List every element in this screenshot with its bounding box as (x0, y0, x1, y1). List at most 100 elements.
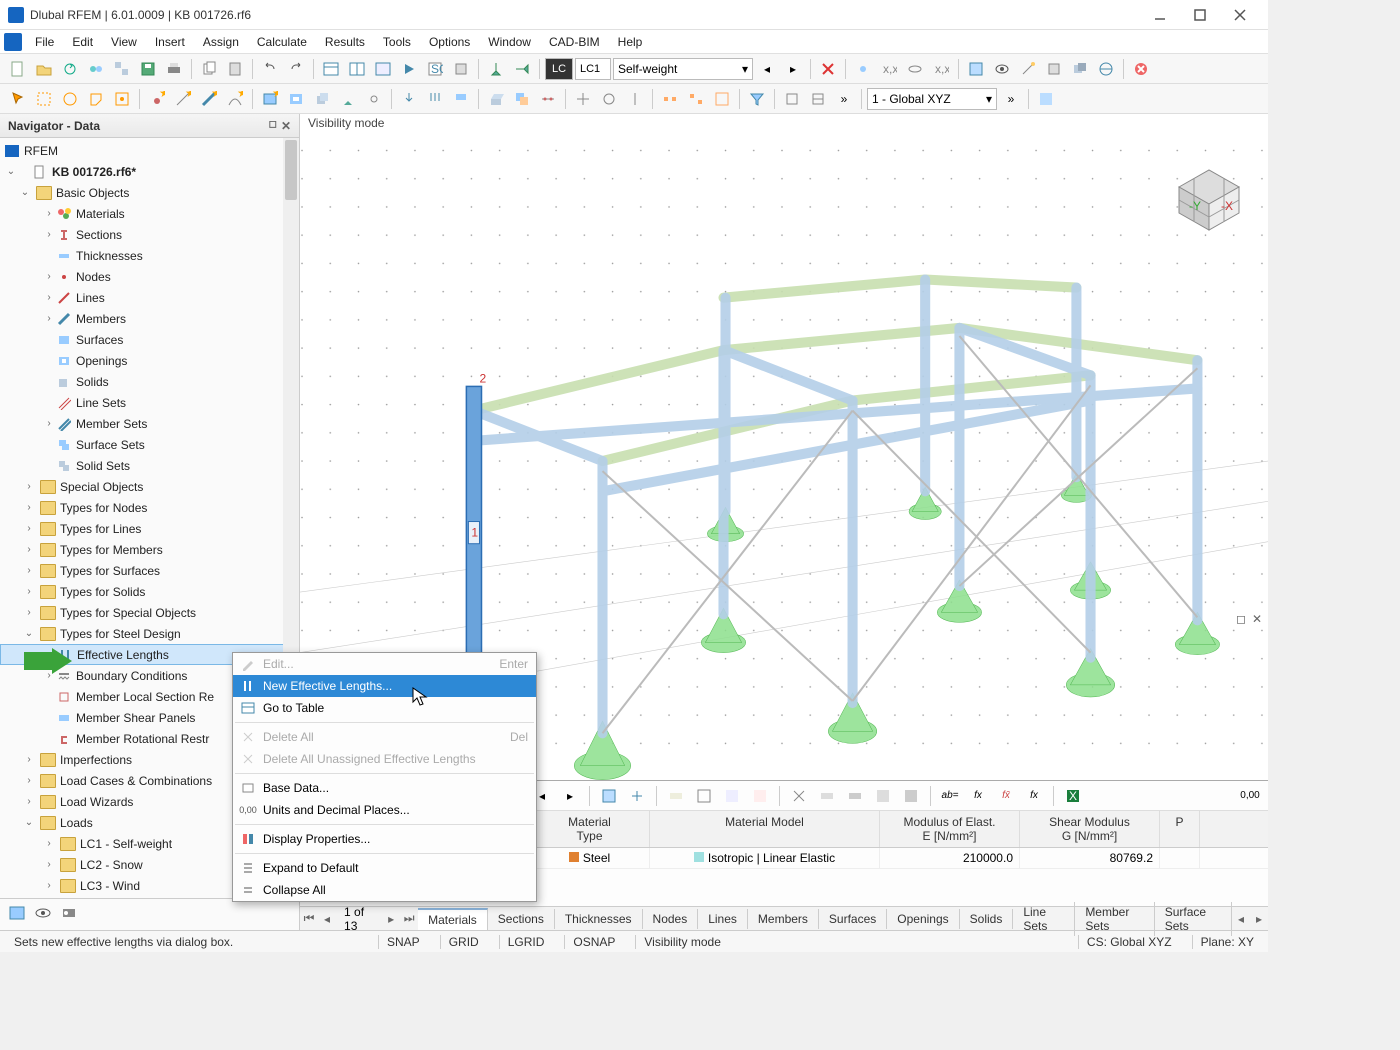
tree-root[interactable]: RFEM (0, 140, 299, 161)
tab-last-icon[interactable]: ⏭ (400, 911, 418, 926)
tree-lines[interactable]: ›Lines (0, 287, 299, 308)
show-numbering-icon[interactable]: x,x (877, 57, 901, 81)
menu-options[interactable]: Options (420, 32, 479, 52)
table-tool2-icon[interactable] (692, 784, 716, 808)
ctx-collapse[interactable]: Collapse All (233, 879, 536, 901)
tree-types-members[interactable]: ›Types for Members (0, 539, 299, 560)
select-window-icon[interactable] (32, 87, 56, 111)
more2-icon[interactable]: » (999, 87, 1023, 111)
new-member-icon[interactable]: ★ (197, 87, 221, 111)
tree-basic-objects[interactable]: ⌄Basic Objects (0, 182, 299, 203)
new-solid-icon[interactable] (310, 87, 334, 111)
print-icon[interactable] (162, 57, 186, 81)
col-material-model[interactable]: Material Model (650, 811, 880, 847)
new-support-icon[interactable] (336, 87, 360, 111)
set3-icon[interactable] (710, 87, 734, 111)
close-panel-icon[interactable]: ✕ (281, 119, 291, 133)
extrude-icon[interactable] (484, 87, 508, 111)
tab-linesets[interactable]: Line Sets (1013, 902, 1075, 936)
filter-icon[interactable] (745, 87, 769, 111)
prev-lc-icon[interactable]: ◂ (755, 57, 779, 81)
new-node-icon[interactable]: ★ (145, 87, 169, 111)
select-poly-icon[interactable] (84, 87, 108, 111)
new-surface-icon[interactable]: ★ (258, 87, 282, 111)
loadcase-name-combo[interactable]: Self-weight▾ (613, 58, 753, 80)
menu-help[interactable]: Help (609, 32, 652, 52)
tree-sections[interactable]: ›Sections (0, 224, 299, 245)
cleanup-icon[interactable] (1129, 57, 1153, 81)
table-fx2-icon[interactable]: fx̄ (994, 784, 1018, 808)
tab-members[interactable]: Members (748, 909, 819, 929)
table2-icon[interactable] (345, 57, 369, 81)
tree-types-steel[interactable]: ⌄Types for Steel Design (0, 623, 299, 644)
status-visibility[interactable]: Visibility mode (635, 935, 728, 949)
table-del3-icon[interactable] (843, 784, 867, 808)
new-arc-icon[interactable]: ★ (223, 87, 247, 111)
menu-tools[interactable]: Tools (374, 32, 420, 52)
tree-surfaces[interactable]: Surfaces (0, 329, 299, 350)
table-tool4-icon[interactable] (748, 784, 772, 808)
table-del4-icon[interactable] (871, 784, 895, 808)
tree-types-surfaces[interactable]: ›Types for Surfaces (0, 560, 299, 581)
dock-icon[interactable]: ◻ (269, 119, 277, 133)
status-snap[interactable]: SNAP (378, 935, 428, 949)
grid-edit-icon[interactable] (1034, 87, 1058, 111)
table-tool3-icon[interactable] (720, 784, 744, 808)
tree-thicknesses[interactable]: Thicknesses (0, 245, 299, 266)
ctx-new-effective-lengths[interactable]: New Effective Lengths... (233, 675, 536, 697)
more-icon[interactable]: » (832, 87, 856, 111)
menu-results[interactable]: Results (316, 32, 374, 52)
tree-linesets[interactable]: Line Sets (0, 392, 299, 413)
show-loads-icon[interactable] (903, 57, 927, 81)
minimize-button[interactable] (1140, 2, 1180, 28)
tab-scroll-left-icon[interactable]: ◂ (1232, 912, 1250, 926)
table-tool1-icon[interactable] (664, 784, 688, 808)
tab-lines[interactable]: Lines (698, 909, 748, 929)
support-icon[interactable] (484, 57, 508, 81)
nav-mode3-icon[interactable] (60, 904, 78, 925)
show-results-icon[interactable]: x,x (929, 57, 953, 81)
table-fx3-icon[interactable]: fx (1022, 784, 1046, 808)
status-lgrid[interactable]: LGRID (499, 935, 553, 949)
tree-types-lines[interactable]: ›Types for Lines (0, 518, 299, 539)
paste-icon[interactable] (223, 57, 247, 81)
tables-close-icon[interactable]: ✕ (1252, 612, 1262, 626)
close-button[interactable] (1220, 2, 1260, 28)
tab-prev-icon[interactable]: ◂ (318, 912, 336, 926)
table-del2-icon[interactable] (815, 784, 839, 808)
select-circle-icon[interactable] (58, 87, 82, 111)
tree-materials[interactable]: ›Materials (0, 203, 299, 224)
tab-openings[interactable]: Openings (887, 909, 959, 929)
save-icon[interactable] (136, 57, 160, 81)
ctx-go-to-table[interactable]: Go to Table (233, 697, 536, 719)
blocks-icon[interactable] (110, 57, 134, 81)
ctx-base-data[interactable]: Base Data... (233, 777, 536, 799)
ctx-expand[interactable]: Expand to Default (233, 857, 536, 879)
tables-restore-icon[interactable]: ◻ (1236, 612, 1246, 626)
select-related-icon[interactable] (110, 87, 134, 111)
tab-surfacesets[interactable]: Surface Sets (1155, 902, 1232, 936)
menu-view[interactable]: View (102, 32, 146, 52)
move-icon[interactable] (571, 87, 595, 111)
menu-assign[interactable]: Assign (194, 32, 248, 52)
redo-icon[interactable] (284, 57, 308, 81)
table-link2-icon[interactable] (625, 784, 649, 808)
tree-members[interactable]: ›Members (0, 308, 299, 329)
delete-result-icon[interactable] (816, 57, 840, 81)
tree-types-nodes[interactable]: ›Types for Nodes (0, 497, 299, 518)
stop-icon[interactable] (449, 57, 473, 81)
table-next-icon[interactable]: ▸ (558, 784, 582, 808)
box2-icon[interactable] (806, 87, 830, 111)
menu-file[interactable]: File (26, 32, 63, 52)
show-nodes-icon[interactable] (851, 57, 875, 81)
clip-icon[interactable] (964, 57, 988, 81)
tree-solids[interactable]: Solids (0, 371, 299, 392)
table3-icon[interactable] (371, 57, 395, 81)
menu-edit[interactable]: Edit (63, 32, 102, 52)
open-file-icon[interactable] (32, 57, 56, 81)
tree-openings[interactable]: Openings (0, 350, 299, 371)
table-fx-icon[interactable]: fx (966, 784, 990, 808)
table-del5-icon[interactable] (899, 784, 923, 808)
menu-insert[interactable]: Insert (146, 32, 194, 52)
divide-icon[interactable] (536, 87, 560, 111)
